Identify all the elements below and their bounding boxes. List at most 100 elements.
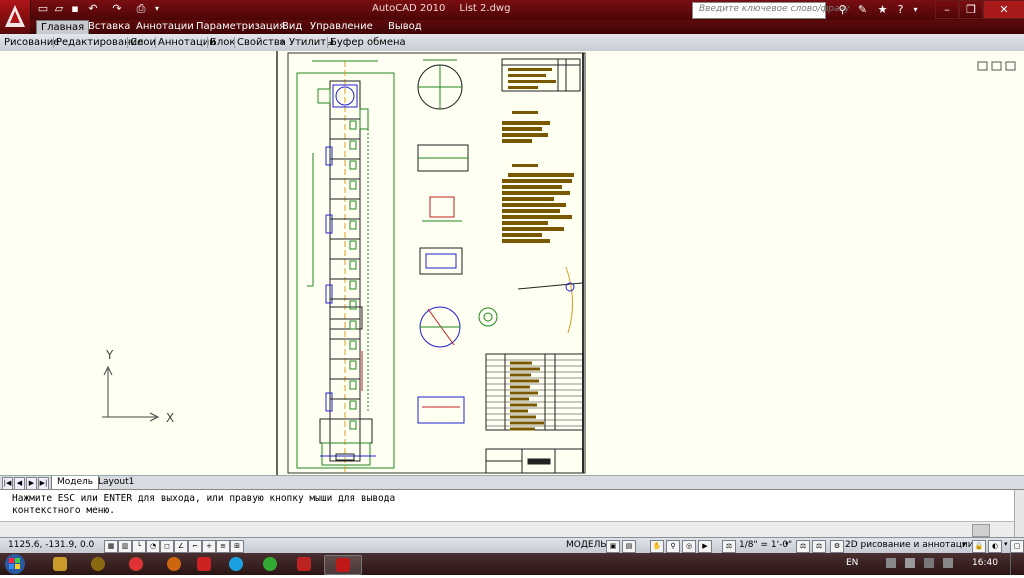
taskbar-chrome[interactable] — [118, 555, 154, 573]
redo-icon[interactable]: ↷ — [110, 2, 124, 16]
plot-icon[interactable]: ⎙ — [134, 2, 148, 16]
title-block — [485, 448, 584, 474]
tab-view[interactable]: Вид — [278, 20, 306, 34]
autoscale-icon[interactable]: ⚖ — [812, 540, 826, 553]
clock[interactable]: 16:40 — [972, 558, 998, 568]
quick-view-layouts-icon[interactable]: ▣ — [606, 540, 620, 553]
workspace-dropdown-icon[interactable]: ▾ — [962, 540, 966, 548]
tab-output[interactable]: Вывод — [384, 20, 426, 34]
tools-icon[interactable]: ✎ — [855, 2, 870, 17]
command-line-2: контекстного меню. — [12, 505, 115, 516]
network-icon[interactable] — [924, 558, 934, 568]
app-red-icon — [197, 557, 211, 571]
taskbar-app-7[interactable] — [252, 555, 288, 573]
panel-block[interactable]: Блок — [210, 36, 235, 49]
close-button[interactable]: ✕ — [983, 0, 1024, 19]
workspace-switch[interactable]: 2D рисование и аннотации — [845, 540, 974, 550]
tab-home[interactable]: Главная — [36, 20, 90, 35]
snap-button[interactable]: ▦ — [104, 540, 118, 553]
start-button[interactable] — [2, 553, 34, 575]
tray-icon-2[interactable] — [905, 558, 915, 568]
command-hscroll-thumb[interactable] — [972, 524, 990, 537]
command-scrollbar[interactable] — [1014, 490, 1024, 538]
zoom-icon[interactable]: ⚲ — [666, 540, 680, 553]
restore-button[interactable]: ❐ — [959, 0, 983, 19]
tray-icon-1[interactable] — [886, 558, 896, 568]
dyn-button[interactable]: + — [202, 540, 216, 553]
app-presentation-icon — [297, 557, 311, 571]
panel-draw[interactable]: Рисование — [4, 36, 59, 49]
taskbar-explorer[interactable] — [42, 555, 78, 573]
binoculars-icon[interactable]: ⚲ — [835, 2, 850, 17]
panel-layers[interactable]: Слои — [130, 36, 156, 49]
otrack-button[interactable]: ∠ — [174, 540, 188, 553]
showmotion-icon[interactable]: ▶ — [698, 540, 712, 553]
tab-manage[interactable]: Управление — [306, 20, 377, 34]
folder-icon — [53, 557, 67, 571]
save-icon[interactable]: ▪ — [68, 2, 82, 16]
lwt-button[interactable]: ≡ — [216, 540, 230, 553]
panel-separator — [327, 37, 328, 48]
help-dropdown-icon[interactable]: ▾ — [908, 2, 923, 17]
new-icon[interactable]: ▭ — [36, 2, 50, 16]
parts-row-text — [510, 421, 544, 425]
scale-dropdown-icon[interactable]: ▾ — [785, 540, 789, 548]
tab-layout1[interactable]: Layout1 — [94, 476, 138, 489]
detail-views — [417, 59, 583, 424]
minimize-button[interactable]: – — [935, 0, 959, 19]
taskbar-autocad[interactable] — [324, 555, 362, 575]
panel-separator — [207, 37, 208, 48]
parts-row-text — [510, 415, 536, 419]
quick-view-drawings-icon[interactable]: ▤ — [622, 540, 636, 553]
workspace-icon[interactable]: ⚙ — [830, 540, 844, 553]
volume-icon[interactable] — [943, 558, 953, 568]
polar-button[interactable]: ◔ — [146, 540, 160, 553]
annotation-visibility-icon[interactable]: ⚖ — [796, 540, 810, 553]
tab-model[interactable]: Модель — [51, 476, 100, 490]
undo-icon[interactable]: ↶ — [86, 2, 100, 16]
tab-parametric[interactable]: Параметризация — [192, 20, 289, 34]
panel-clipboard[interactable]: Буфер обмена — [330, 36, 406, 49]
show-desktop-button[interactable] — [1010, 553, 1024, 575]
tab-insert[interactable]: Вставка — [84, 20, 134, 34]
application-menu-button[interactable] — [0, 0, 31, 34]
tab-annotate[interactable]: Аннотации — [132, 20, 198, 34]
taskbar-app-8[interactable] — [286, 555, 322, 573]
model-space-label[interactable]: МОДЕЛЬ — [566, 540, 607, 550]
ducs-button[interactable]: ⌐ — [188, 540, 202, 553]
help-icon[interactable]: ? — [893, 2, 908, 17]
tray-downcomer — [349, 420, 357, 430]
osnap-button[interactable]: ◻ — [160, 540, 174, 553]
command-line-1: Нажмите ESC или ENTER для выхода, или пр… — [12, 493, 396, 504]
tray-downcomer — [349, 200, 357, 210]
clean-screen-icon[interactable]: ▢ — [1010, 540, 1024, 553]
viewport-controls[interactable] — [977, 61, 1016, 71]
command-history: Нажмите ESC или ENTER для выхода, или пр… — [12, 493, 395, 517]
parts-row-text — [510, 403, 537, 407]
status-menu-icon[interactable]: ▾ — [1004, 540, 1008, 548]
tray-downcomer — [349, 160, 357, 170]
taskbar-app-5[interactable] — [186, 555, 222, 573]
annotation-scale-icon[interactable]: ⚖ — [722, 540, 736, 553]
search-input[interactable]: Введите ключевое слово/фразу — [692, 2, 850, 19]
pan-icon[interactable]: ✋ — [650, 540, 664, 553]
parts-list-rows — [486, 359, 583, 431]
grid-button[interactable]: ▥ — [118, 540, 132, 553]
taskbar-skype[interactable] — [218, 555, 254, 573]
skype-icon — [229, 557, 243, 571]
taskbar-app-2[interactable] — [80, 555, 116, 573]
lock-icon[interactable]: 🔒 — [972, 540, 986, 553]
qp-button[interactable]: ⊞ — [230, 540, 244, 553]
isolate-objects-icon[interactable]: ◐ — [988, 540, 1002, 553]
panel-more-button[interactable]: » — [279, 36, 285, 49]
drawing-frame — [287, 52, 586, 474]
ribbon-tab-bar: Главная Вставка Аннотации Параметризация… — [30, 20, 1024, 35]
language-indicator[interactable]: EN — [846, 558, 858, 568]
open-icon[interactable]: ▱ — [52, 2, 66, 16]
star-icon[interactable]: ★ — [875, 2, 890, 17]
tray-downcomer — [349, 120, 357, 130]
steeringwheel-icon[interactable]: ◎ — [682, 540, 696, 553]
ortho-button[interactable]: └ — [132, 540, 146, 553]
qat-dropdown-icon[interactable]: ▾ — [150, 2, 164, 16]
command-input[interactable] — [0, 521, 1014, 538]
